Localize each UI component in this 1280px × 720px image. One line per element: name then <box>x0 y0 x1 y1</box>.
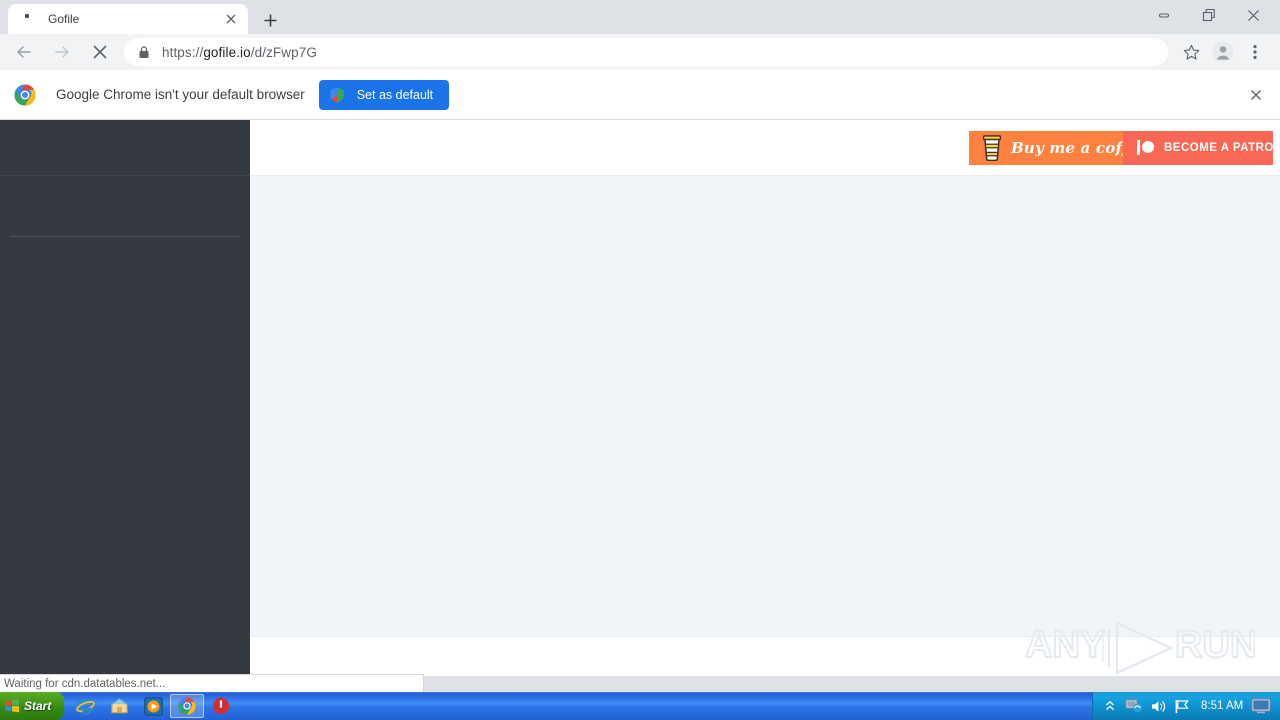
windows-taskbar: Start 8:51 AM <box>0 692 1280 720</box>
gofile-main: Buy me a coffee BECOME A PATRON <box>250 120 1280 676</box>
stop-loading-icon[interactable] <box>86 38 114 66</box>
chrome-icon[interactable] <box>170 694 204 718</box>
quick-launch-bar <box>68 692 238 720</box>
system-tray: 8:51 AM <box>1092 692 1280 720</box>
gofile-footer <box>250 636 1280 676</box>
window-controls <box>1138 0 1276 30</box>
restore-icon[interactable] <box>1186 1 1231 29</box>
taskbar-clock[interactable]: 8:51 AM <box>1201 700 1243 712</box>
monitor-icon[interactable] <box>1251 698 1271 714</box>
default-browser-infobar: Google Chrome isn't your default browser… <box>0 70 1280 120</box>
start-label: Start <box>24 699 52 713</box>
volume-icon[interactable] <box>1147 695 1169 717</box>
shield-icon <box>329 87 345 103</box>
gofile-sidebar[interactable] <box>0 120 250 676</box>
address-bar-url: https://gofile.io/d/zFwp7G <box>162 45 317 60</box>
internet-explorer-icon[interactable] <box>68 692 102 720</box>
new-tab-button[interactable] <box>256 6 284 34</box>
windows-flag-icon <box>4 699 20 713</box>
start-button[interactable]: Start <box>0 692 64 720</box>
become-a-patron-button[interactable]: BECOME A PATRON <box>1123 130 1280 165</box>
chrome-logo-icon <box>14 83 36 106</box>
window-close-icon[interactable] <box>1231 1 1276 29</box>
browser-window: Gofile https://gofile.io/d/zFwp7G Google… <box>0 0 1280 692</box>
gofile-favicon <box>20 11 36 27</box>
minimize-icon[interactable] <box>1141 1 1186 29</box>
flag-icon[interactable] <box>1171 695 1193 717</box>
url-host: gofile.io <box>203 44 251 60</box>
network-icon[interactable] <box>1123 695 1145 717</box>
avatar-icon[interactable] <box>1208 38 1238 66</box>
tab-title: Gofile <box>48 12 80 26</box>
lock-icon[interactable] <box>136 44 152 60</box>
back-arrow-icon[interactable] <box>10 38 38 66</box>
coffee-cup-icon <box>981 134 1003 161</box>
infobar-message: Google Chrome isn't your default browser <box>56 87 305 102</box>
three-dot-menu-icon[interactable] <box>1240 38 1270 66</box>
media-player-icon[interactable] <box>136 692 170 720</box>
buy-me-a-coffee-button[interactable]: Buy me a coffee <box>969 130 1148 165</box>
status-bubble: Waiting for cdn.datatables.net... <box>0 674 424 692</box>
set-as-default-button[interactable]: Set as default <box>318 79 450 110</box>
status-bubble-text: Waiting for cdn.datatables.net... <box>4 677 166 690</box>
show-desktop-icon[interactable] <box>102 692 136 720</box>
browser-tab-gofile[interactable]: Gofile <box>8 4 248 34</box>
tab-close-icon[interactable] <box>220 8 242 30</box>
sidebar-divider <box>10 236 240 237</box>
star-icon[interactable] <box>1176 38 1206 66</box>
become-a-patron-label: BECOME A PATRON <box>1164 141 1280 154</box>
infobar-close-icon[interactable] <box>1244 83 1268 107</box>
chevron-up-icon[interactable] <box>1099 695 1121 717</box>
shutdown-icon[interactable] <box>204 692 238 720</box>
browser-toolbar: https://gofile.io/d/zFwp7G <box>0 34 1280 70</box>
patreon-logo-icon <box>1137 140 1154 155</box>
gofile-content-area <box>250 176 1280 636</box>
set-as-default-label: Set as default <box>356 87 434 102</box>
url-path: /d/zFwp7G <box>250 44 317 60</box>
url-scheme: https:// <box>162 44 204 60</box>
page-viewport: Buy me a coffee BECOME A PATRON ANY RUN <box>0 120 1280 676</box>
forward-arrow-icon[interactable] <box>48 38 76 66</box>
gofile-topbar: Buy me a coffee BECOME A PATRON <box>250 120 1280 176</box>
tab-strip: Gofile <box>0 0 1280 34</box>
sidebar-brand-area <box>0 120 250 176</box>
address-bar[interactable]: https://gofile.io/d/zFwp7G <box>124 38 1168 66</box>
